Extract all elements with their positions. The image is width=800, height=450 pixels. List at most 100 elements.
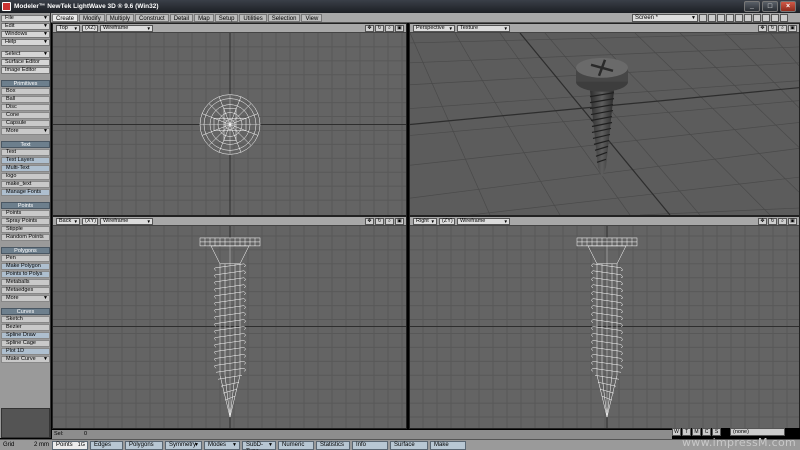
tool-make-polygon[interactable]: Make Polygon [1,263,50,270]
viewport-canvas[interactable] [410,226,799,428]
mode-button-surface[interactable]: Surface [390,441,428,450]
render-mode-select[interactable]: Wireframe ▼ [457,218,510,225]
view-select[interactable]: Right ▼ [413,218,437,225]
layer-button-8[interactable] [762,14,770,22]
tab-map[interactable]: Map [194,14,214,22]
status-tile-s[interactable]: S [712,428,721,436]
layer-button-7[interactable] [753,14,761,22]
tab-multiply[interactable]: Multiply [105,14,135,22]
viewport-right[interactable]: Right ▼ (ZY) Wireframe ▼ ✥ ↻ ⌕ ▣ [409,216,800,429]
tool-sketch[interactable]: Sketch [1,316,50,323]
tool-metaedges[interactable]: Metaedges [1,287,50,294]
mode-button-subd-type[interactable]: SubD-Type ▼ [242,441,276,450]
view-select[interactable]: Perspective ▼ [413,25,455,32]
menu-surface-editor[interactable]: Surface Editor [1,59,50,66]
render-mode-select[interactable]: Wireframe ▼ [100,25,153,32]
status-tile-w[interactable]: W [672,428,681,436]
tab-detail[interactable]: Detail [169,14,194,22]
viewport-canvas[interactable] [410,33,799,215]
tool-metaballs[interactable]: Metaballs [1,279,50,286]
close-button[interactable]: × [780,1,796,12]
tool-more[interactable]: More ▼ [1,128,50,135]
viewport-canvas[interactable] [53,226,406,428]
screen-select[interactable]: Screen * ▼ [632,14,698,22]
tab-view[interactable]: View [301,14,323,22]
zoom-icon[interactable]: ⌕ [385,25,394,32]
zoom-icon[interactable]: ⌕ [778,218,787,225]
rotate-view-icon[interactable]: ↻ [375,25,384,32]
tool-capsule[interactable]: Capsule [1,120,50,127]
render-mode-select[interactable]: Wireframe ▼ [100,218,153,225]
tool-box[interactable]: Box [1,88,50,95]
mode-button-polygons[interactable]: Polygons [125,441,163,450]
tool-spray-points[interactable]: Spray Points [1,218,50,225]
mode-button-points[interactable]: Points 1G [52,441,88,450]
mode-button-symmetry[interactable]: Symmetry ▼ [165,441,202,450]
maximize-viewport-icon[interactable]: ▣ [395,25,404,32]
tab-selection[interactable]: Selection [267,14,301,22]
maximize-viewport-icon[interactable]: ▣ [788,218,797,225]
tool-make-curve[interactable]: Make Curve ▼ [1,356,50,363]
tool-manage-fonts[interactable]: Manage Fonts [1,189,50,196]
viewport-perspective[interactable]: Perspective ▼ Texture ▼ ✥ ↻ ⌕ ▣ [409,23,800,216]
tab-setup[interactable]: Setup [214,14,239,22]
render-mode-select[interactable]: Texture ▼ [457,25,510,32]
tool-stipple[interactable]: Stipple [1,226,50,233]
surface-select[interactable]: (none) [730,428,785,436]
mode-button-edges[interactable]: Edges [90,441,123,450]
maximize-viewport-icon[interactable]: ▣ [395,218,404,225]
axis-select[interactable]: (ZY) [439,218,455,225]
layer-button-4[interactable] [726,14,734,22]
rotate-view-icon[interactable]: ↻ [375,218,384,225]
axis-select[interactable]: (XZ) [82,25,98,32]
menu-windows[interactable]: Windows ▼ [1,31,50,38]
menu-image-editor[interactable]: Image Editor [1,67,50,74]
layer-button-5[interactable] [735,14,743,22]
tool-spline-cage[interactable]: Spline Cage [1,340,50,347]
mode-button-modes[interactable]: Modes ▼ [204,441,240,450]
tool-logo[interactable]: logo [1,173,50,180]
view-select[interactable]: Top ▼ [56,25,80,32]
mode-button-make[interactable]: Make [430,441,466,450]
tool-pen[interactable]: Pen [1,255,50,262]
tool-random-points[interactable]: Random Points [1,234,50,241]
layer-button-10[interactable] [780,14,788,22]
move-view-icon[interactable]: ✥ [365,218,374,225]
layer-button-2[interactable] [708,14,716,22]
move-view-icon[interactable]: ✥ [758,218,767,225]
menu-file[interactable]: File ▼ [1,15,50,22]
tool-cone[interactable]: Cone [1,112,50,119]
mode-button-info[interactable]: Info [352,441,388,450]
tab-create[interactable]: Create [52,14,79,22]
layer-button-3[interactable] [717,14,725,22]
tool-spline-draw[interactable]: Spline Draw [1,332,50,339]
viewport-back[interactable]: Back ▼ (XY) Wireframe ▼ ✥ ↻ ⌕ ▣ [52,216,407,429]
tool-points-to-polys[interactable]: Points to Polys [1,271,50,278]
layer-button-1[interactable] [699,14,707,22]
axis-select[interactable]: (XY) [82,218,98,225]
zoom-icon[interactable]: ⌕ [385,218,394,225]
move-view-icon[interactable]: ✥ [758,25,767,32]
menu-select[interactable]: Select ▼ [1,51,50,58]
rotate-view-icon[interactable]: ↻ [768,25,777,32]
tool-plot-1d[interactable]: Plot 1D [1,348,50,355]
maximize-viewport-icon[interactable]: ▣ [788,25,797,32]
menu-help[interactable]: Help ▼ [1,39,50,46]
status-tile-m[interactable]: M [692,428,701,436]
tab-utilities[interactable]: Utilities [239,14,267,22]
tool-multi-text[interactable]: Multi-Text [1,165,50,172]
rotate-view-icon[interactable]: ↻ [768,218,777,225]
minimize-button[interactable]: _ [744,1,760,12]
tab-modify[interactable]: Modify [79,14,105,22]
viewport-top[interactable]: Top ▼ (XZ) Wireframe ▼ ✥ ↻ ⌕ ▣ [52,23,407,216]
tool-text[interactable]: Text [1,149,50,156]
viewport-canvas[interactable] [53,33,406,215]
maximize-button[interactable]: □ [762,1,778,12]
tool-disc[interactable]: Disc [1,104,50,111]
mode-button-numeric[interactable]: Numeric [278,441,314,450]
tool-ball[interactable]: Ball [1,96,50,103]
zoom-icon[interactable]: ⌕ [778,25,787,32]
status-tile-t[interactable]: T [682,428,691,436]
tool-more[interactable]: More ▼ [1,295,50,302]
view-select[interactable]: Back ▼ [56,218,80,225]
